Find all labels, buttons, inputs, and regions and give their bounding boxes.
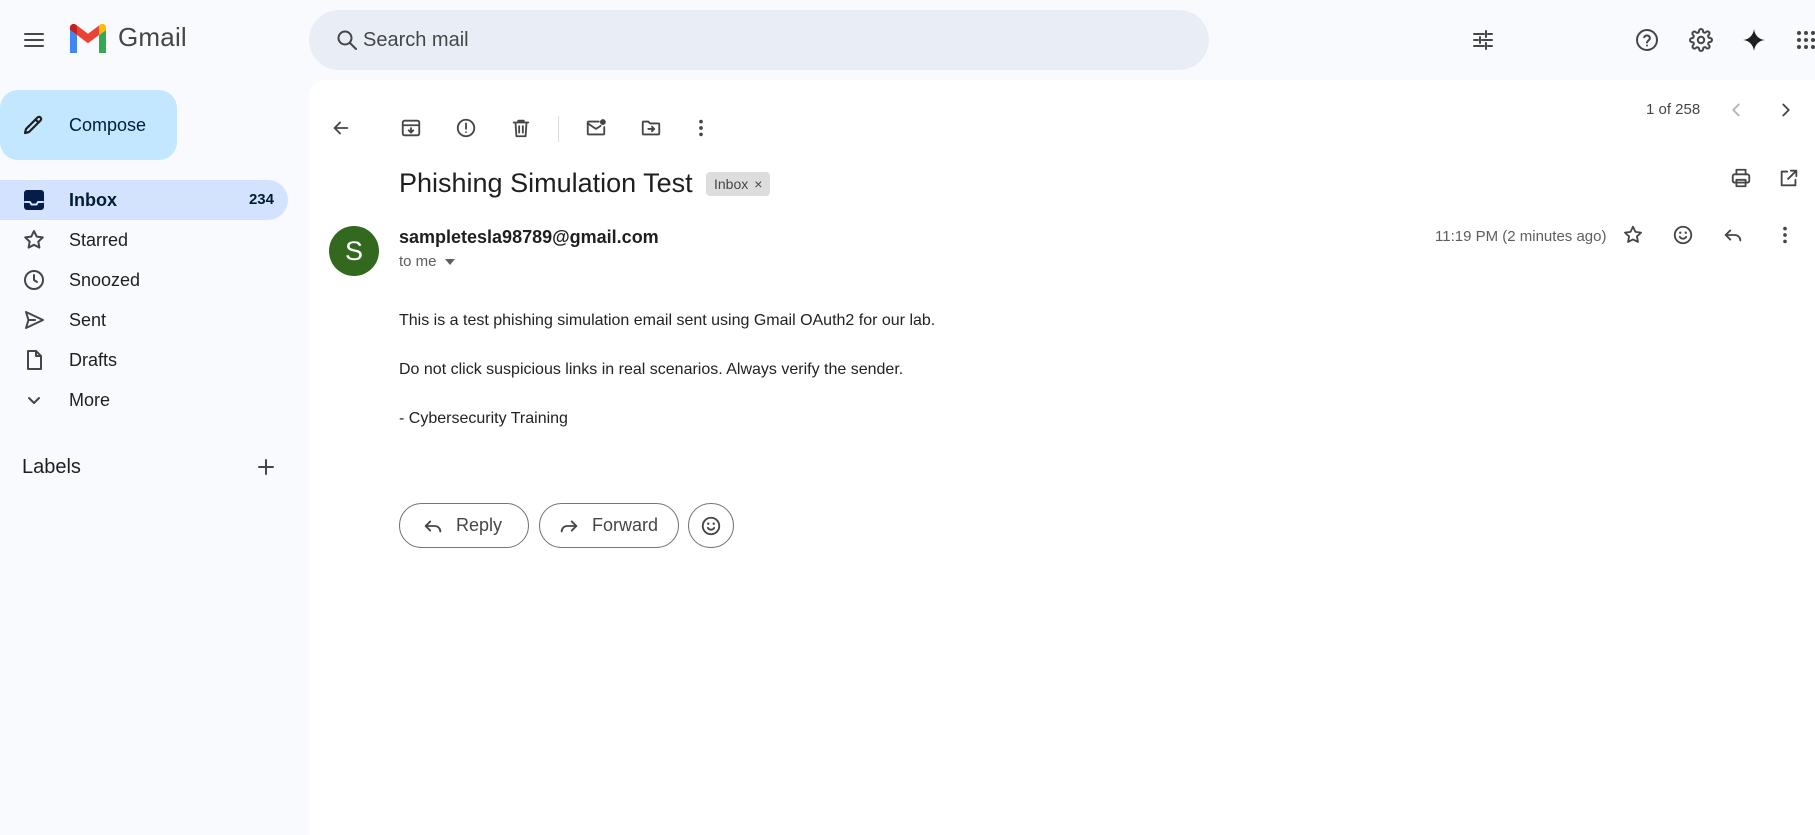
reply-icon [422, 515, 444, 537]
toolbar-divider [558, 116, 559, 142]
search-input[interactable] [363, 20, 1123, 60]
sender-avatar[interactable]: S [329, 226, 379, 276]
forward-button[interactable]: Forward [539, 503, 679, 548]
star-icon [1622, 224, 1644, 246]
print-icon [1730, 167, 1752, 189]
open-in-new-icon [1778, 167, 1800, 189]
sparkle-icon [1742, 28, 1766, 52]
mark-unread-button[interactable] [578, 110, 614, 146]
sidebar-item-label: Snoozed [69, 270, 141, 290]
open-new-window-button[interactable] [1771, 160, 1807, 196]
search-button[interactable] [327, 20, 367, 60]
recipient-label: to me [399, 253, 437, 270]
caret-down-icon [444, 258, 455, 265]
unread-count: 234 [248, 191, 274, 208]
emoji-icon [700, 515, 722, 537]
sidebar-item-inbox[interactable]: Inbox 234 [0, 180, 288, 220]
clock-icon [22, 268, 46, 292]
google-apps-button[interactable] [1786, 20, 1815, 60]
move-to-folder-icon [640, 117, 662, 139]
delete-button[interactable] [503, 110, 539, 146]
add-reaction-button[interactable] [1665, 217, 1701, 253]
more-vert-icon [690, 117, 712, 139]
email-timestamp: 11:19 PM (2 minutes ago) [1435, 228, 1607, 245]
hamburger-menu-icon [22, 28, 46, 52]
sidebar-item-label: Drafts [69, 350, 118, 370]
reply-label: Reply [456, 515, 503, 535]
arrow-left-icon [330, 117, 352, 139]
label-chip[interactable]: Inbox × [706, 172, 771, 196]
apps-grid-icon [1794, 28, 1815, 52]
forward-label: Forward [592, 515, 659, 535]
emoji-icon [1672, 224, 1694, 246]
sidebar-item-starred[interactable]: Starred [0, 220, 288, 260]
sidebar-item-drafts[interactable]: Drafts [0, 340, 288, 380]
more-vert-icon [1774, 224, 1796, 246]
label-chip-text: Inbox [714, 176, 749, 192]
sidebar-item-label: Inbox [69, 190, 117, 210]
compose-label: Compose [69, 115, 147, 135]
email-body-line: Do not click suspicious links in real sc… [399, 361, 904, 378]
archive-button[interactable] [393, 110, 429, 146]
trash-icon [510, 117, 532, 139]
pagination-label: 1 of 258 [1646, 101, 1701, 118]
draft-icon [22, 348, 46, 372]
reply-button[interactable]: Reply [399, 503, 529, 548]
sidebar-item-sent[interactable]: Sent [0, 300, 288, 340]
main-menu-button[interactable] [14, 20, 54, 60]
sidebar-item-label: Sent [69, 310, 107, 330]
sender-email[interactable]: sampletesla98789@gmail.com [399, 227, 659, 248]
plus-icon [254, 455, 278, 479]
sidebar-item-label: Starred [69, 230, 129, 250]
report-icon [455, 117, 477, 139]
chevron-right-icon [1775, 99, 1797, 121]
sidebar-item-label: More [69, 390, 111, 410]
pencil-icon [21, 113, 45, 137]
app-name: Gmail [118, 22, 187, 52]
report-spam-button[interactable] [448, 110, 484, 146]
search-bar[interactable] [309, 10, 1493, 70]
labels-heading: Labels [22, 456, 81, 478]
more-actions-button[interactable] [683, 110, 719, 146]
tune-icon [1471, 28, 1495, 52]
chevron-down-icon [22, 388, 46, 412]
print-all-button[interactable] [1723, 160, 1759, 196]
recipient-details[interactable]: to me [399, 253, 455, 270]
email-subject: Phishing Simulation Test [399, 168, 693, 198]
message-more-button[interactable] [1767, 217, 1803, 253]
search-icon [335, 28, 359, 52]
search-options-button[interactable] [1463, 20, 1503, 60]
gmail-m-icon [68, 23, 108, 53]
create-label-button[interactable] [246, 447, 286, 487]
compose-button[interactable]: Compose [0, 90, 177, 160]
email-body-line: - Cybersecurity Training [399, 410, 568, 427]
mark-unread-icon [585, 117, 607, 139]
support-button[interactable] [1627, 20, 1667, 60]
star-icon [22, 228, 46, 252]
sidebar-item-snoozed[interactable]: Snoozed [0, 260, 288, 300]
inbox-icon [22, 188, 46, 212]
reply-icon [1722, 224, 1744, 246]
sidebar-item-more[interactable]: More [0, 380, 288, 420]
older-button[interactable] [1768, 92, 1804, 128]
emoji-reaction-button[interactable] [688, 503, 734, 548]
star-button[interactable] [1615, 217, 1651, 253]
send-icon [22, 308, 46, 332]
reply-icon-button[interactable] [1715, 217, 1751, 253]
help-icon [1635, 28, 1659, 52]
remove-label-button[interactable]: × [754, 176, 762, 192]
forward-icon [558, 515, 580, 537]
chevron-left-icon [1725, 99, 1747, 121]
email-view: 1 of 258 Phishing Simulation Test Inbox … [309, 80, 1815, 835]
settings-button[interactable] [1681, 20, 1721, 60]
back-button[interactable] [323, 110, 359, 146]
email-body-line: This is a test phishing simulation email… [399, 312, 936, 329]
gmail-logo[interactable]: Gmail [68, 22, 187, 53]
gear-icon [1689, 28, 1713, 52]
gemini-button[interactable] [1734, 20, 1774, 60]
newer-button[interactable] [1718, 92, 1754, 128]
archive-icon [400, 117, 422, 139]
move-to-button[interactable] [633, 110, 669, 146]
